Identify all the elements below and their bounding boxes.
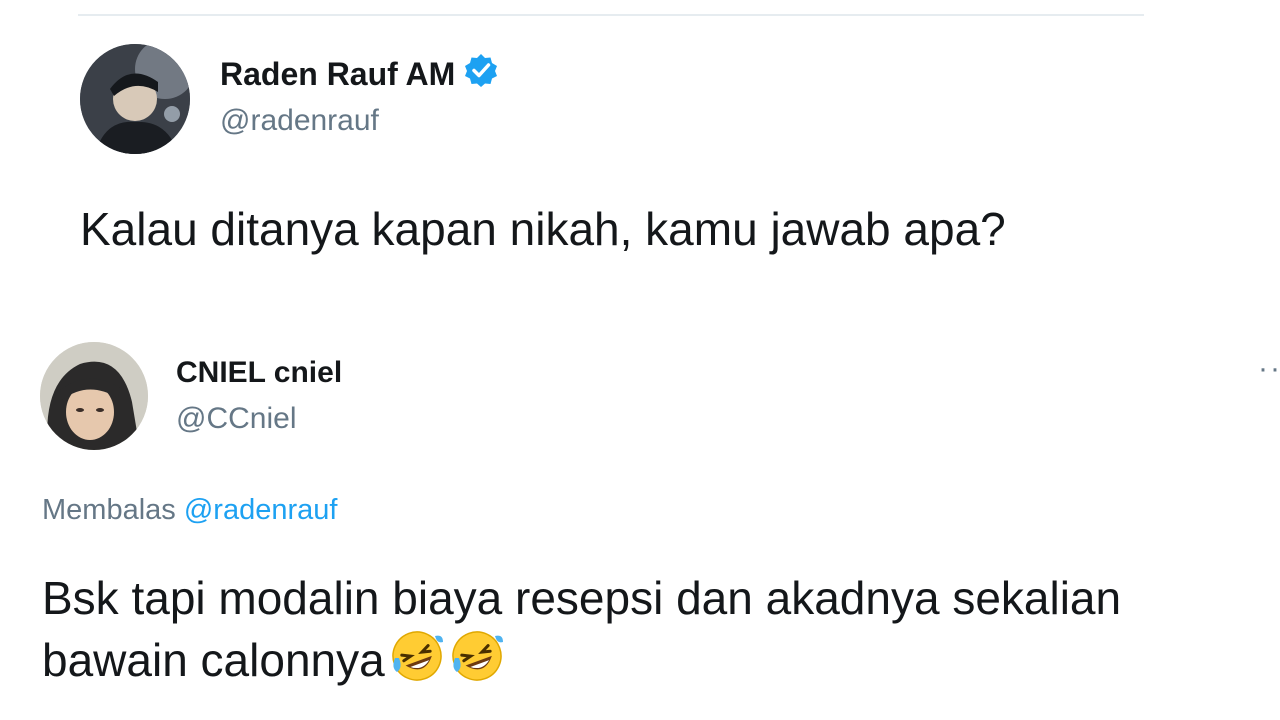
author-handle[interactable]: @radenrauf [220,104,379,138]
rolling-laughing-emoji-icon [389,628,445,698]
reply-text-line: Bsk tapi modalin biaya resepsi dan akadn… [42,572,1122,624]
replying-to: Membalas @radenrauf [42,494,337,527]
avatar-raden-rauf[interactable] [80,44,190,154]
tweet-text: Kalau ditanya kapan nikah, kamu jawab ap… [80,203,1006,255]
verified-badge-icon [463,52,499,96]
reply-author-name[interactable]: CNIEL cniel [176,356,342,390]
reply-author-handle[interactable]: @CCniel [176,402,296,436]
reply-text: Bsk tapi modalin biaya resepsi dan akadn… [42,568,1121,698]
tweet-divider [78,14,1144,16]
reply-text-line-2: bawain calonnya [42,628,1121,698]
replying-to-label: Membalas [42,494,176,526]
more-options-icon[interactable]: ·· [1258,352,1280,386]
avatar-cniel[interactable] [40,342,148,450]
author-name[interactable]: Raden Rauf AM [220,53,499,96]
rolling-laughing-emoji-icon [449,628,505,698]
replying-to-mention[interactable]: @radenrauf [184,494,338,526]
